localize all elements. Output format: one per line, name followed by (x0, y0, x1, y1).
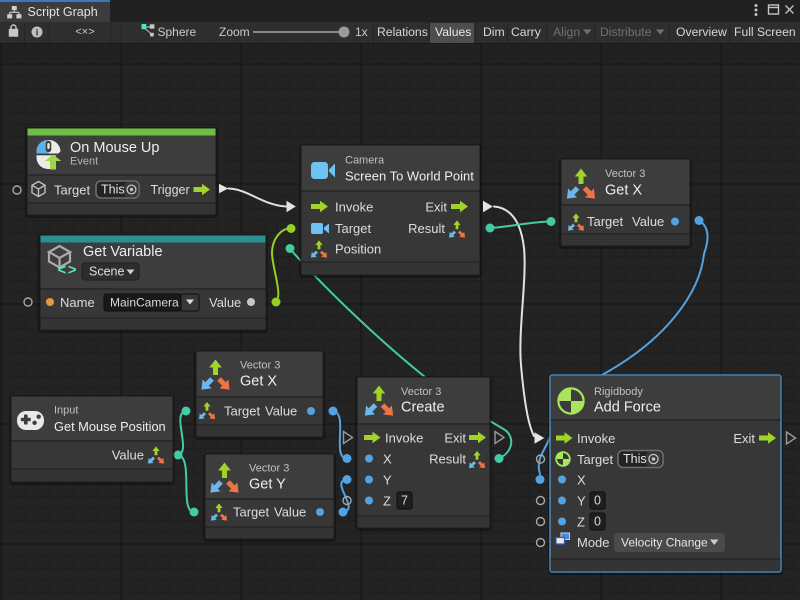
svg-text:On Mouse Up: On Mouse Up (70, 140, 159, 156)
svg-text:Get Mouse Position: Get Mouse Position (54, 419, 166, 434)
svg-text:<>: <> (58, 262, 79, 279)
svg-text:Z: Z (577, 515, 585, 530)
svg-text:<×>: <×> (75, 26, 94, 38)
svg-text:Result: Result (429, 452, 466, 467)
svg-text:Target: Target (54, 183, 91, 198)
svg-text:Z: Z (383, 494, 391, 509)
svg-text:Target: Target (577, 452, 614, 467)
svg-text:Mode: Mode (577, 535, 610, 550)
svg-text:1x: 1x (355, 25, 368, 39)
svg-text:Target: Target (224, 404, 261, 419)
svg-text:Vector 3: Vector 3 (401, 386, 441, 398)
svg-text:Values: Values (435, 25, 471, 39)
svg-text:Dim: Dim (483, 25, 505, 39)
svg-text:Exit: Exit (425, 200, 447, 215)
svg-text:Y: Y (383, 473, 392, 488)
svg-text:Value: Value (265, 404, 297, 419)
svg-text:Create: Create (401, 400, 445, 416)
svg-text:This: This (101, 183, 125, 197)
svg-text:X: X (383, 452, 392, 467)
svg-text:Camera: Camera (345, 155, 385, 167)
svg-text:Full Screen: Full Screen (734, 25, 796, 39)
svg-text:Exit: Exit (444, 431, 466, 446)
svg-text:0: 0 (594, 515, 601, 529)
svg-text:Y: Y (577, 494, 586, 509)
svg-text:Value: Value (209, 295, 241, 310)
svg-text:Get X: Get X (240, 374, 277, 390)
svg-text:Trigger: Trigger (151, 183, 190, 197)
svg-text:Invoke: Invoke (577, 431, 615, 446)
svg-text:Get Variable: Get Variable (83, 244, 163, 260)
svg-text:Velocity Change: Velocity Change (621, 536, 708, 550)
svg-text:This: This (623, 452, 647, 466)
svg-text:i: i (36, 28, 39, 38)
svg-text:Value: Value (632, 214, 664, 229)
svg-text:Target: Target (233, 505, 270, 520)
svg-text:Input: Input (54, 405, 78, 417)
svg-text:Script Graph: Script Graph (28, 5, 98, 19)
svg-text:Distribute: Distribute (600, 25, 652, 39)
svg-text:Position: Position (335, 242, 381, 257)
svg-text:Vector 3: Vector 3 (605, 168, 645, 180)
svg-text:Carry: Carry (511, 25, 542, 39)
svg-text:Relations: Relations (377, 25, 428, 39)
svg-text:Add Force: Add Force (594, 400, 661, 416)
svg-text:Exit: Exit (733, 431, 755, 446)
svg-text:Zoom: Zoom (219, 25, 250, 39)
svg-text:MainCamera: MainCamera (110, 296, 179, 310)
svg-text:7: 7 (401, 494, 408, 508)
svg-text:Align: Align (553, 25, 580, 39)
svg-text:Value: Value (274, 505, 306, 520)
svg-text:Screen To World Point: Screen To World Point (345, 169, 474, 184)
svg-text:Invoke: Invoke (385, 431, 423, 446)
svg-text:Target: Target (587, 214, 624, 229)
svg-text:Scene: Scene (89, 265, 124, 279)
svg-text:Vector 3: Vector 3 (240, 360, 280, 372)
svg-text:Value: Value (112, 448, 144, 463)
svg-text:Target: Target (335, 221, 372, 236)
svg-text:X: X (577, 473, 586, 488)
svg-text:0: 0 (594, 494, 601, 508)
svg-text:Get Y: Get Y (249, 477, 286, 493)
svg-text:Event: Event (70, 156, 98, 168)
svg-text:Result: Result (408, 221, 445, 236)
svg-text:Invoke: Invoke (335, 200, 373, 215)
svg-text:Vector 3: Vector 3 (249, 463, 289, 475)
svg-text:Get X: Get X (605, 183, 642, 199)
svg-text:Sphere: Sphere (158, 25, 197, 39)
svg-text:Name: Name (60, 295, 95, 310)
svg-text:Rigidbody: Rigidbody (594, 386, 643, 398)
svg-text:Overview: Overview (676, 25, 727, 39)
